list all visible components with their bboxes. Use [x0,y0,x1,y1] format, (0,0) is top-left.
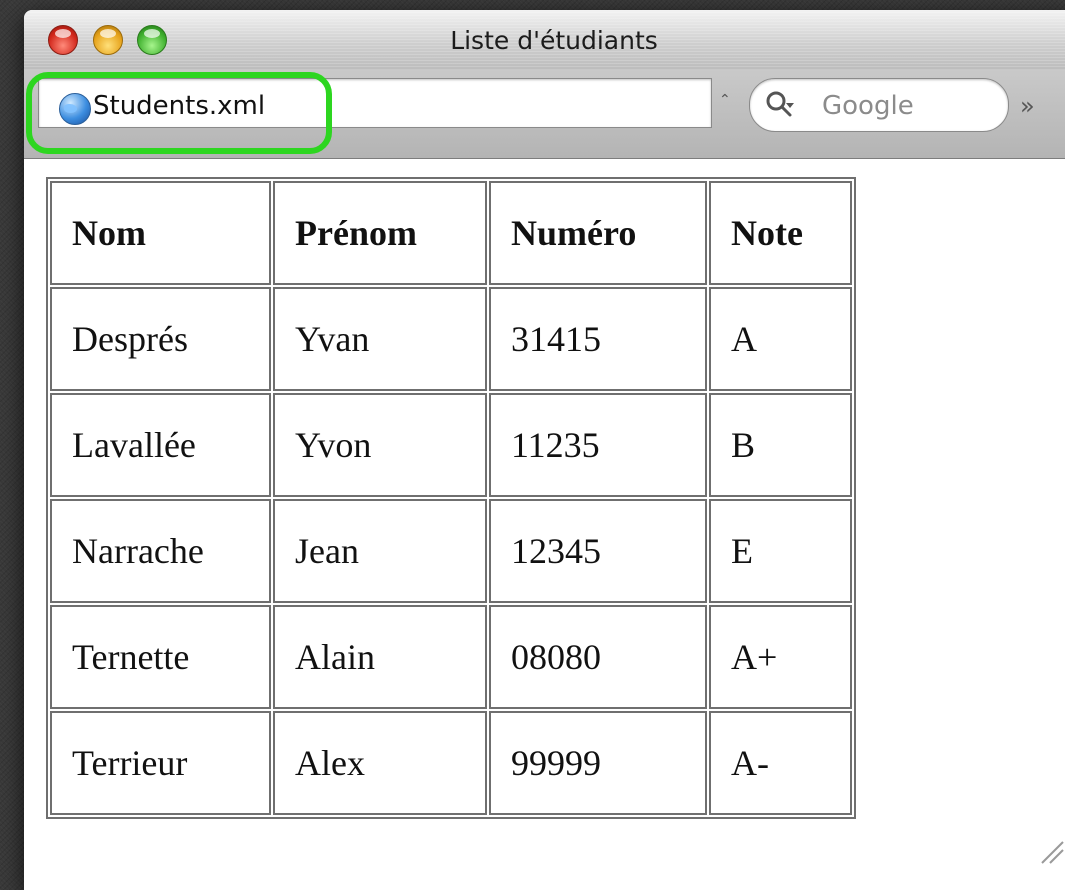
table-cell: Alain [273,605,487,709]
table-row: Lavallée Yvon 11235 B [50,393,852,497]
table-cell: Després [50,287,271,391]
table-row: Terrieur Alex 99999 A- [50,711,852,815]
table-cell: Terrieur [50,711,271,815]
page-content: Nom Prénom Numéro Note Després Yvan 3141… [24,159,1065,890]
resize-grip-icon[interactable] [1038,838,1064,864]
table-row: Ternette Alain 08080 A+ [50,605,852,709]
chevrons-icon[interactable]: » [1020,92,1035,120]
table-row: Narrache Jean 12345 E [50,499,852,603]
column-header: Numéro [489,181,707,285]
table-cell: A [709,287,852,391]
table-cell: A+ [709,605,852,709]
column-header: Prénom [273,181,487,285]
table-cell: 31415 [489,287,707,391]
table-cell: Yvon [273,393,487,497]
table-cell: E [709,499,852,603]
column-header: Nom [50,181,271,285]
table-cell: A- [709,711,852,815]
browser-window: Liste d'étudiants Students.xml ⌃ Google … [24,10,1065,890]
highlight-annotation [26,72,332,154]
students-table: Nom Prénom Numéro Note Després Yvan 3141… [46,177,856,819]
table-cell: Jean [273,499,487,603]
title-bar[interactable]: Liste d'étudiants [24,10,1065,70]
table-cell: 12345 [489,499,707,603]
table-cell: 08080 [489,605,707,709]
search-placeholder: Google [822,91,914,121]
table-cell: Alex [273,711,487,815]
toolbar: Students.xml ⌃ Google » [24,70,1065,159]
search-icon [766,91,794,117]
caret-up-icon[interactable]: ⌃ [719,92,731,108]
table-cell: 11235 [489,393,707,497]
table-cell: 99999 [489,711,707,815]
table-cell: Yvan [273,287,487,391]
table-cell: B [709,393,852,497]
table-cell: Ternette [50,605,271,709]
window-title: Liste d'étudiants [450,26,658,55]
column-header: Note [709,181,852,285]
table-row: Després Yvan 31415 A [50,287,852,391]
table-header-row: Nom Prénom Numéro Note [50,181,852,285]
table-cell: Narrache [50,499,271,603]
search-field[interactable]: Google [749,78,1009,132]
table-cell: Lavallée [50,393,271,497]
